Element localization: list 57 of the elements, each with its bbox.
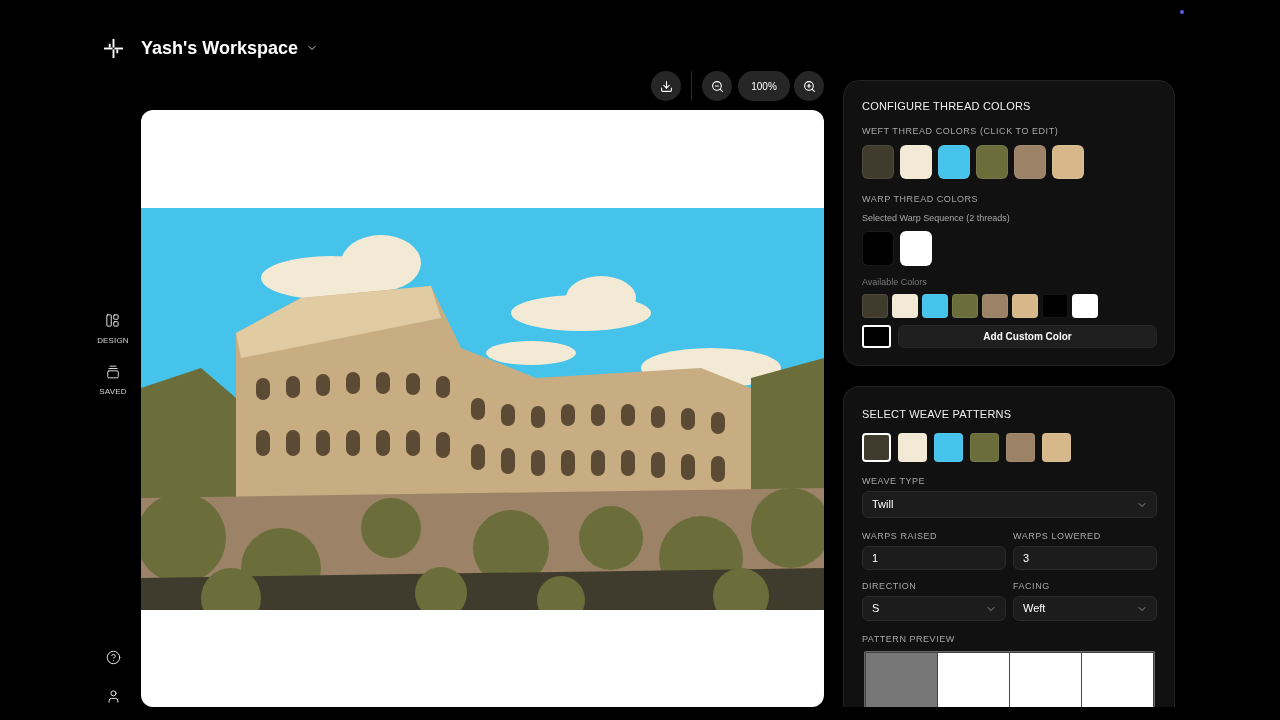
available-color-swatch[interactable] bbox=[952, 294, 978, 318]
warps-lowered-input[interactable]: 3 bbox=[1013, 546, 1157, 570]
zoom-level-button[interactable]: 100% bbox=[738, 71, 790, 101]
warps-raised-label: WARPS RAISED bbox=[862, 531, 938, 541]
zoom-out-icon bbox=[710, 79, 724, 93]
zoom-in-button[interactable] bbox=[794, 71, 824, 101]
weave-color-swatch[interactable] bbox=[970, 433, 999, 462]
warp-color-swatch[interactable] bbox=[900, 231, 932, 266]
weave-color-swatch[interactable] bbox=[1042, 433, 1071, 462]
logo-icon bbox=[103, 39, 123, 58]
warp-sequence-label: Selected Warp Sequence (2 threads) bbox=[862, 213, 1010, 223]
panel-title: SELECT WEAVE PATTERNS bbox=[862, 408, 1012, 420]
sidebar-nav-item[interactable]: SAVED bbox=[99, 365, 127, 396]
available-color-swatch[interactable] bbox=[862, 294, 888, 318]
add-custom-color-button[interactable]: Add Custom Color bbox=[898, 325, 1157, 348]
weave-color-swatch[interactable] bbox=[898, 433, 927, 462]
weave-color-swatch[interactable] bbox=[934, 433, 963, 462]
stack-icon bbox=[106, 365, 120, 379]
available-color-swatch[interactable] bbox=[892, 294, 918, 318]
custom-color-picker[interactable] bbox=[862, 325, 891, 348]
available-color-swatch[interactable] bbox=[922, 294, 948, 318]
help-icon bbox=[105, 649, 121, 665]
direction-select[interactable]: S bbox=[862, 596, 1006, 621]
download-button[interactable] bbox=[651, 71, 681, 101]
warps-raised-input[interactable]: 1 bbox=[862, 546, 1006, 570]
facing-select[interactable]: Weft bbox=[1013, 596, 1157, 621]
zoom-in-icon bbox=[802, 79, 816, 93]
weave-type-label: WEAVE TYPE bbox=[862, 476, 926, 486]
download-icon bbox=[659, 79, 673, 93]
user-button[interactable] bbox=[105, 688, 121, 704]
available-colors-label: Available Colors bbox=[862, 277, 927, 287]
user-icon bbox=[105, 688, 121, 704]
available-color-swatch[interactable] bbox=[1072, 294, 1098, 318]
weft-color-swatch[interactable] bbox=[900, 145, 932, 179]
weft-color-swatch[interactable] bbox=[976, 145, 1008, 179]
panel-title: CONFIGURE THREAD COLORS bbox=[862, 100, 1031, 112]
workspace-switcher[interactable]: Yash's Workspace bbox=[141, 36, 319, 60]
weave-color-swatch[interactable] bbox=[1006, 433, 1035, 462]
layout-icon bbox=[105, 313, 121, 328]
available-color-swatch[interactable] bbox=[982, 294, 1008, 318]
warp-colors-label: WARP THREAD COLORS bbox=[862, 194, 979, 204]
weave-type-select[interactable]: Twill bbox=[862, 491, 1157, 518]
direction-label: DIRECTION bbox=[862, 581, 917, 591]
facing-label: FACING bbox=[1013, 581, 1050, 591]
available-color-swatch[interactable] bbox=[1012, 294, 1038, 318]
warps-lowered-label: WARPS LOWERED bbox=[1013, 531, 1101, 541]
weft-color-swatch[interactable] bbox=[862, 145, 894, 179]
weft-colors-label: WEFT THREAD COLORS (CLICK TO EDIT) bbox=[862, 126, 1059, 136]
pattern-preview-label: PATTERN PREVIEW bbox=[862, 634, 955, 644]
weft-color-swatch[interactable] bbox=[1014, 145, 1046, 179]
sidebar-nav-item[interactable]: DESIGN bbox=[97, 313, 129, 345]
warp-color-swatch[interactable] bbox=[862, 231, 894, 266]
weft-color-swatch[interactable] bbox=[938, 145, 970, 179]
weave-color-swatch[interactable] bbox=[862, 433, 891, 462]
help-button[interactable] bbox=[105, 649, 121, 665]
zoom-out-button[interactable] bbox=[702, 71, 732, 101]
weft-color-swatch[interactable] bbox=[1052, 145, 1084, 179]
